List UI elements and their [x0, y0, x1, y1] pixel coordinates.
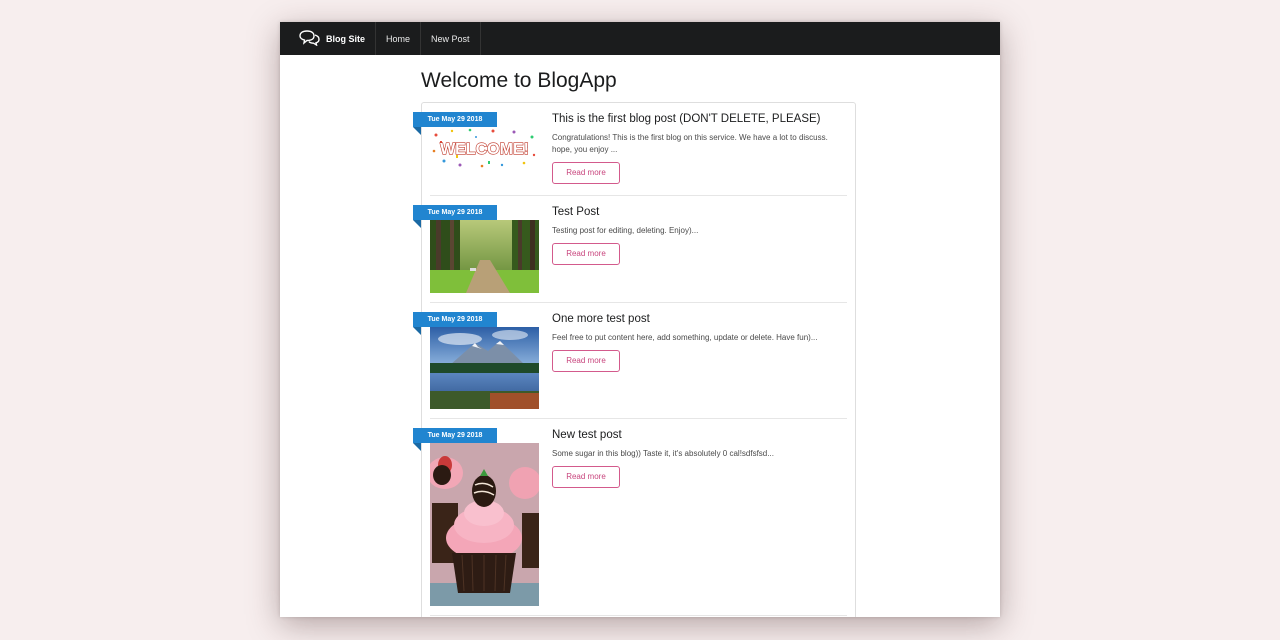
page-title: Welcome to BlogApp [421, 69, 617, 92]
post-item: Tue May 29 2018 [413, 303, 855, 418]
read-more-button[interactable]: Read more [552, 350, 620, 372]
post-item: Tue May 29 2018 [413, 419, 855, 617]
post-title[interactable]: Test Post [552, 205, 847, 219]
browser-window: Blog Site Home New Post Welcome to BlogA… [280, 22, 1000, 617]
nav-new-post[interactable]: New Post [421, 22, 481, 55]
post-feed: Tue May 29 2018 WELCOME! This is the fir… [413, 102, 856, 617]
date-ribbon: Tue May 29 2018 [413, 428, 497, 451]
post-body: New test post Some sugar in this blog)) … [552, 428, 847, 488]
post-title[interactable]: This is the first blog post (DON'T DELET… [552, 112, 847, 126]
mountain-lake-image[interactable] [430, 327, 539, 409]
post-excerpt: Congratulations! This is the first blog … [552, 133, 828, 154]
brand-label: Blog Site [326, 33, 366, 44]
chat-bubbles-icon [298, 29, 326, 48]
read-more-button[interactable]: Read more [552, 466, 620, 488]
post-body: Test Post Testing post for editing, dele… [552, 205, 847, 265]
read-more-button[interactable]: Read more [552, 162, 620, 184]
post-body: This is the first blog post (DON'T DELET… [552, 112, 847, 184]
post-title[interactable]: New test post [552, 428, 847, 442]
post-excerpt: Some sugar in this blog)) Taste it, it's… [552, 449, 774, 458]
post-excerpt: Testing post for editing, deleting. Enjo… [552, 226, 699, 235]
post-title[interactable]: One more test post [552, 312, 847, 326]
cupcakes-image[interactable] [430, 443, 539, 606]
post-item: Tue May 29 2018 [413, 196, 855, 302]
date-ribbon: Tue May 29 2018 [413, 205, 497, 228]
date-ribbon: Tue May 29 2018 [413, 312, 497, 335]
post-excerpt: Feel free to put content here, add somet… [552, 333, 818, 342]
date-ribbon: Tue May 29 2018 [413, 112, 497, 135]
read-more-button[interactable]: Read more [552, 243, 620, 265]
forest-path-image[interactable] [430, 220, 539, 293]
post-body: One more test post Feel free to put cont… [552, 312, 847, 372]
divider [430, 615, 847, 616]
nav-home[interactable]: Home [376, 22, 422, 55]
navbar: Blog Site Home New Post [280, 22, 1000, 55]
post-item: Tue May 29 2018 [413, 103, 855, 195]
brand-link[interactable]: Blog Site [280, 22, 377, 55]
welcome-text: WELCOME! [440, 141, 529, 158]
main-content: Welcome to BlogApp Tue May 29 2018 WELCO… [413, 68, 856, 617]
welcome-image[interactable]: WELCOME! [430, 125, 539, 171]
